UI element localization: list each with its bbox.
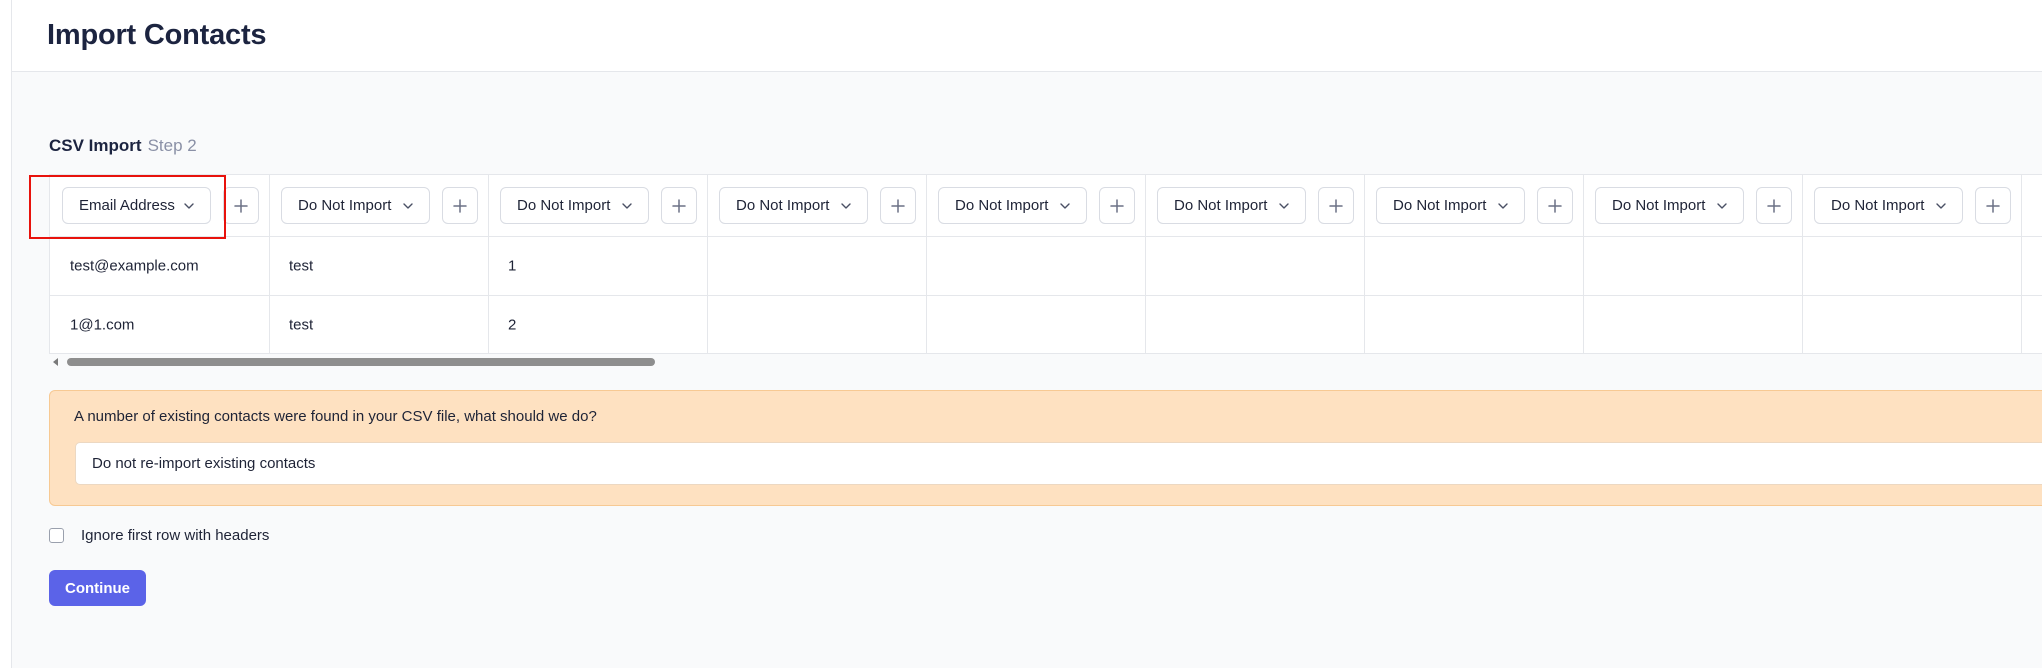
column-mapping-label: Do Not Import [1831, 197, 1925, 214]
plus-icon [1985, 198, 2001, 214]
chevron-down-icon [401, 199, 415, 213]
cell-value: test@example.com [70, 257, 199, 275]
table-cell [1145, 237, 1365, 295]
cell-value: test [289, 316, 314, 333]
mapping-header-cell: Do Not Import [269, 175, 489, 236]
chevron-down-icon [1496, 199, 1510, 213]
column-mapping-select[interactable]: Do Not Import [1595, 187, 1744, 224]
chevron-down-icon [1277, 199, 1291, 213]
column-mapping-label: Do Not Import [517, 197, 611, 214]
plus-icon [1328, 198, 1344, 214]
existing-contacts-panel: A number of existing contacts were found… [49, 390, 2042, 506]
add-column-button[interactable] [1099, 187, 1135, 224]
table-cell [707, 296, 927, 353]
mapping-header-cell: Email Address [50, 175, 270, 236]
column-mapping-select[interactable]: Do Not Import [1376, 187, 1525, 224]
mapping-header-row: Email Address Do Not Import Do Not Import D… [50, 175, 2042, 237]
column-mapping-label: Do Not Import [1393, 197, 1487, 214]
table-cell: 1 [488, 237, 708, 295]
mapping-header-cell: Do Not Import [1145, 175, 1365, 236]
ignore-header-checkbox[interactable] [49, 528, 64, 543]
chevron-down-icon [182, 199, 196, 213]
page-title: Import Contacts [47, 19, 267, 51]
mapping-header-cell: Do Not Import [488, 175, 708, 236]
table-cell [1364, 296, 1584, 353]
column-mapping-label: Do Not Import [955, 197, 1049, 214]
column-mapping-table: Email Address Do Not Import Do Not Import D… [49, 174, 2042, 354]
column-mapping-label: Do Not Import [1174, 197, 1268, 214]
column-mapping-select[interactable]: Do Not Import [938, 187, 1087, 224]
step-indicator: Step 2 [147, 136, 197, 155]
cell-value: 1 [508, 257, 517, 275]
plus-icon [452, 198, 468, 214]
add-column-button[interactable] [1537, 187, 1573, 224]
page-header: Import Contacts [12, 0, 2042, 72]
table-row: test@example.com test 1 [50, 237, 2042, 296]
column-mapping-select[interactable]: Do Not Import [1814, 187, 1963, 224]
table-cell [707, 237, 927, 295]
chevron-down-icon [1058, 199, 1072, 213]
chevron-down-icon [620, 199, 634, 213]
chevron-down-icon [1715, 199, 1729, 213]
mapping-header-cell: Do Not Import [926, 175, 1146, 236]
existing-contacts-select[interactable]: Do not re-import existing contacts [75, 442, 2042, 485]
ignore-header-label: Ignore first row with headers [81, 527, 270, 544]
table-cell [1145, 296, 1365, 353]
mapping-header-cell: Do Not Import [707, 175, 927, 236]
plus-icon [890, 198, 906, 214]
plus-icon [233, 198, 249, 214]
chevron-down-icon [839, 199, 853, 213]
plus-icon [1109, 198, 1125, 214]
column-mapping-label: Do Not Import [298, 197, 392, 214]
add-column-button[interactable] [1975, 187, 2011, 224]
left-rail [0, 0, 12, 668]
chevron-down-icon [1934, 199, 1948, 213]
column-mapping-select[interactable]: Do Not Import [1157, 187, 1306, 224]
column-mapping-select[interactable]: Do Not Import [281, 187, 430, 224]
plus-icon [1547, 198, 1563, 214]
table-cell [1802, 296, 2022, 353]
column-mapping-label: Email Address [79, 197, 175, 214]
table-cell: 2 [488, 296, 708, 353]
cell-value: 1@1.com [70, 316, 135, 333]
table-cell: 1@1.com [50, 296, 270, 353]
section-title: CSV Import [49, 136, 142, 155]
cell-value: test [289, 257, 314, 275]
cell-value: 2 [508, 316, 517, 333]
scrollbar-thumb[interactable] [67, 358, 655, 366]
plus-icon [1766, 198, 1782, 214]
horizontal-scrollbar[interactable] [49, 355, 2042, 369]
existing-contacts-question: A number of existing contacts were found… [74, 408, 597, 425]
column-mapping-label: Do Not Import [1612, 197, 1706, 214]
continue-button[interactable]: Continue [49, 570, 146, 606]
table-cell [1364, 237, 1584, 295]
add-column-button[interactable] [442, 187, 478, 224]
column-mapping-label: Do Not Import [736, 197, 830, 214]
column-mapping-select[interactable]: Do Not Import [500, 187, 649, 224]
ignore-header-row[interactable]: Ignore first row with headers [49, 527, 269, 544]
table-cell [1583, 296, 1803, 353]
mapping-header-cell: Do Not Import [1364, 175, 1584, 236]
table-cell [926, 296, 1146, 353]
table-cell [1583, 237, 1803, 295]
column-mapping-select[interactable]: Do Not Import [719, 187, 868, 224]
mapping-header-cell: Do Not Import [1802, 175, 2022, 236]
column-mapping-select[interactable]: Email Address [62, 187, 211, 224]
add-column-button[interactable] [880, 187, 916, 224]
add-column-button[interactable] [1318, 187, 1354, 224]
mapping-header-cell: Do Not Import [1583, 175, 1803, 236]
scroll-left-icon[interactable] [53, 358, 58, 366]
add-column-button[interactable] [223, 187, 259, 224]
table-cell: test@example.com [50, 237, 270, 295]
table-cell [1802, 237, 2022, 295]
add-column-button[interactable] [1756, 187, 1792, 224]
table-cell: test [269, 296, 489, 353]
table-row: 1@1.com test 2 [50, 296, 2042, 353]
table-cell [926, 237, 1146, 295]
plus-icon [671, 198, 687, 214]
table-cell: test [269, 237, 489, 295]
section-heading: CSV Import Step 2 [49, 135, 197, 157]
add-column-button[interactable] [661, 187, 697, 224]
